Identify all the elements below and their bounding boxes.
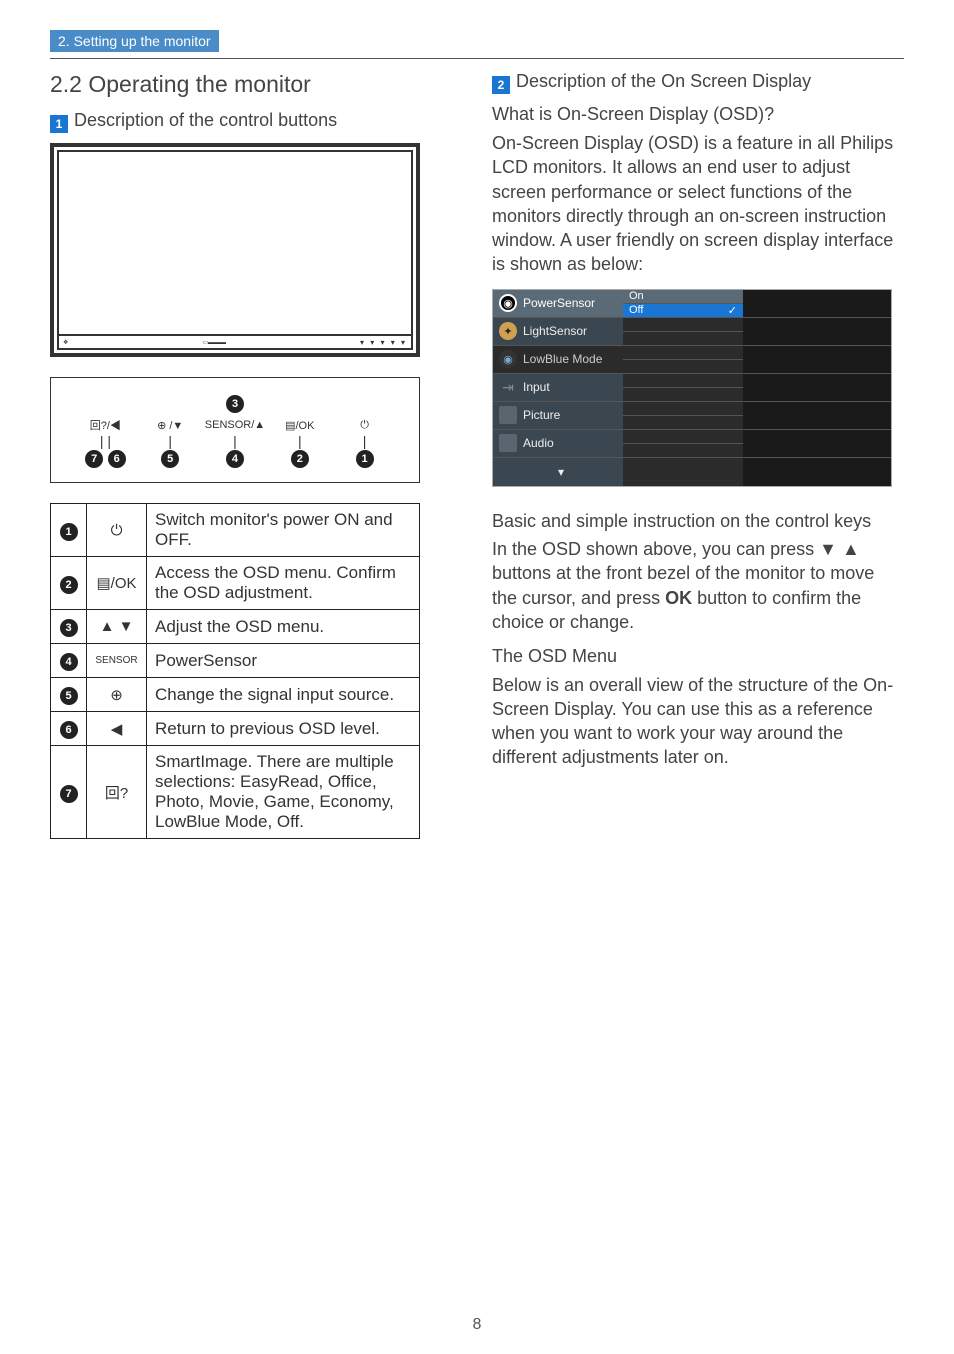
osd-item-label: Picture [523, 408, 560, 422]
table-row: 4 SENSORPowerSensor [51, 644, 420, 678]
numbox-1: 1 [50, 115, 68, 133]
callout-label: ⏻ [332, 419, 397, 432]
monitor-illustration: ❖ ▭▬▬▬ ▾ ▾ ▾ ▾ ▾ [50, 143, 420, 357]
subheading-2-text: Description of the On Screen Display [516, 71, 811, 91]
powersensor-icon: ◉ [499, 294, 517, 312]
table-row: 2 ▤/OKAccess the OSD menu. Confirm the OS… [51, 557, 420, 610]
row-desc: Switch monitor's power ON and OFF. [147, 504, 420, 557]
row-num: 2 [60, 576, 78, 594]
row-icon: ⏻ [87, 504, 147, 557]
instruction-paragraph: In the OSD shown above, you can press ▼ … [492, 537, 904, 634]
bulb-icon: ✦ [499, 322, 517, 340]
row-icon: SENSOR [87, 644, 147, 678]
row-num: 1 [60, 523, 78, 541]
row-icon: 回? [87, 746, 147, 839]
page-number: 8 [0, 1316, 954, 1334]
osd-screenshot: ◉ PowerSensor On Off✓ ✦ LightSensor ◉ LowBl… [492, 289, 892, 487]
osd-option-off: Off✓ [623, 304, 743, 317]
osd-item-more: ▾ [493, 458, 623, 486]
osd-item-picture: Picture [493, 402, 623, 429]
table-row: 1 ⏻Switch monitor's power ON and OFF. [51, 504, 420, 557]
audio-icon [499, 434, 517, 452]
osd-item-label: Audio [523, 436, 554, 450]
section-title: 2.2 Operating the monitor [50, 71, 462, 98]
subheading-1-text: Description of the control buttons [74, 110, 337, 130]
row-icon: ▤/OK [87, 557, 147, 610]
monitor-buttons-row: ▾ ▾ ▾ ▾ ▾ [360, 338, 407, 347]
callout-label: SENSOR/▲ [203, 419, 268, 431]
row-icon: ⊕ [87, 678, 147, 712]
callout-label: ▤/OK [267, 419, 332, 432]
callout-num: 6 [108, 450, 126, 468]
row-num: 3 [60, 619, 78, 637]
chevron-down-icon: ▾ [558, 465, 564, 479]
osd-item-label: Input [523, 380, 550, 394]
row-desc: Return to previous OSD level. [147, 712, 420, 746]
osd-menu-paragraph: Below is an overall view of the structur… [492, 673, 904, 770]
osd-item-lowblue: ◉ LowBlue Mode [493, 346, 623, 373]
row-desc: Adjust the OSD menu. [147, 610, 420, 644]
osd-intro-paragraph: On-Screen Display (OSD) is a feature in … [492, 131, 904, 277]
callout-num: 7 [85, 450, 103, 468]
row-num: 4 [60, 653, 78, 671]
osd-item-label: PowerSensor [523, 296, 595, 310]
subheading-2: 2 Description of the On Screen Display [492, 71, 904, 94]
monitor-logo-left: ❖ [63, 339, 68, 346]
subheading-1: 1 Description of the control buttons [50, 110, 462, 133]
osd-menu-heading: The OSD Menu [492, 644, 904, 668]
left-column: 2.2 Operating the monitor 1 Description o… [50, 71, 462, 839]
callout-label: ⊕ /▼ [138, 419, 203, 432]
callout-label: 回⁠?/◀ [73, 417, 138, 433]
callout-num: 1 [356, 450, 374, 468]
monitor-logo-center: ▭▬▬▬ [202, 339, 226, 346]
osd-option-on: On [623, 290, 743, 304]
row-desc: PowerSensor [147, 644, 420, 678]
osd-question: What is On-Screen Display (OSD)? [492, 104, 904, 125]
check-icon: ✓ [728, 304, 737, 317]
callout-top-num: 3 [226, 395, 244, 413]
osd-item-audio: Audio [493, 430, 623, 457]
button-description-table: 1 ⏻Switch monitor's power ON and OFF. 2 ▤/… [50, 503, 420, 839]
eye-icon: ◉ [499, 350, 517, 368]
button-callout-diagram: 3 回⁠?/◀ ⊕ /▼ SENSOR/▲ ▤/OK ⏻ | ||||| 7 6… [50, 377, 420, 483]
table-row: 6 ◀Return to previous OSD level. [51, 712, 420, 746]
input-icon: ⇥ [499, 378, 517, 396]
row-desc: Access the OSD menu. Confirm the OSD adj… [147, 557, 420, 610]
picture-icon [499, 406, 517, 424]
osd-item-input: ⇥ Input [493, 374, 623, 401]
osd-item-powersensor: ◉ PowerSensor [493, 290, 623, 317]
numbox-2: 2 [492, 76, 510, 94]
osd-item-label: LowBlue Mode [523, 352, 602, 366]
row-desc: SmartImage. There are multiple selection… [147, 746, 420, 839]
instruction-heading: Basic and simple instruction on the cont… [492, 509, 904, 533]
osd-item-lightsensor: ✦ LightSensor [493, 318, 623, 345]
table-row: 3 ▲ ▼Adjust the OSD menu. [51, 610, 420, 644]
row-num: 6 [60, 721, 78, 739]
callout-num: 4 [226, 450, 244, 468]
row-desc: Change the signal input source. [147, 678, 420, 712]
table-row: 7 回?SmartImage. There are multiple select… [51, 746, 420, 839]
rule [50, 58, 904, 59]
callout-num: 5 [161, 450, 179, 468]
chapter-header: 2. Setting up the monitor [50, 30, 219, 52]
row-icon: ◀ [87, 712, 147, 746]
right-column: 2 Description of the On Screen Display Wh… [492, 71, 904, 839]
row-icon: ▲ ▼ [87, 610, 147, 644]
osd-item-label: LightSensor [523, 324, 587, 338]
table-row: 5 ⊕Change the signal input source. [51, 678, 420, 712]
callout-num: 2 [291, 450, 309, 468]
row-num: 5 [60, 687, 78, 705]
row-num: 7 [60, 785, 78, 803]
